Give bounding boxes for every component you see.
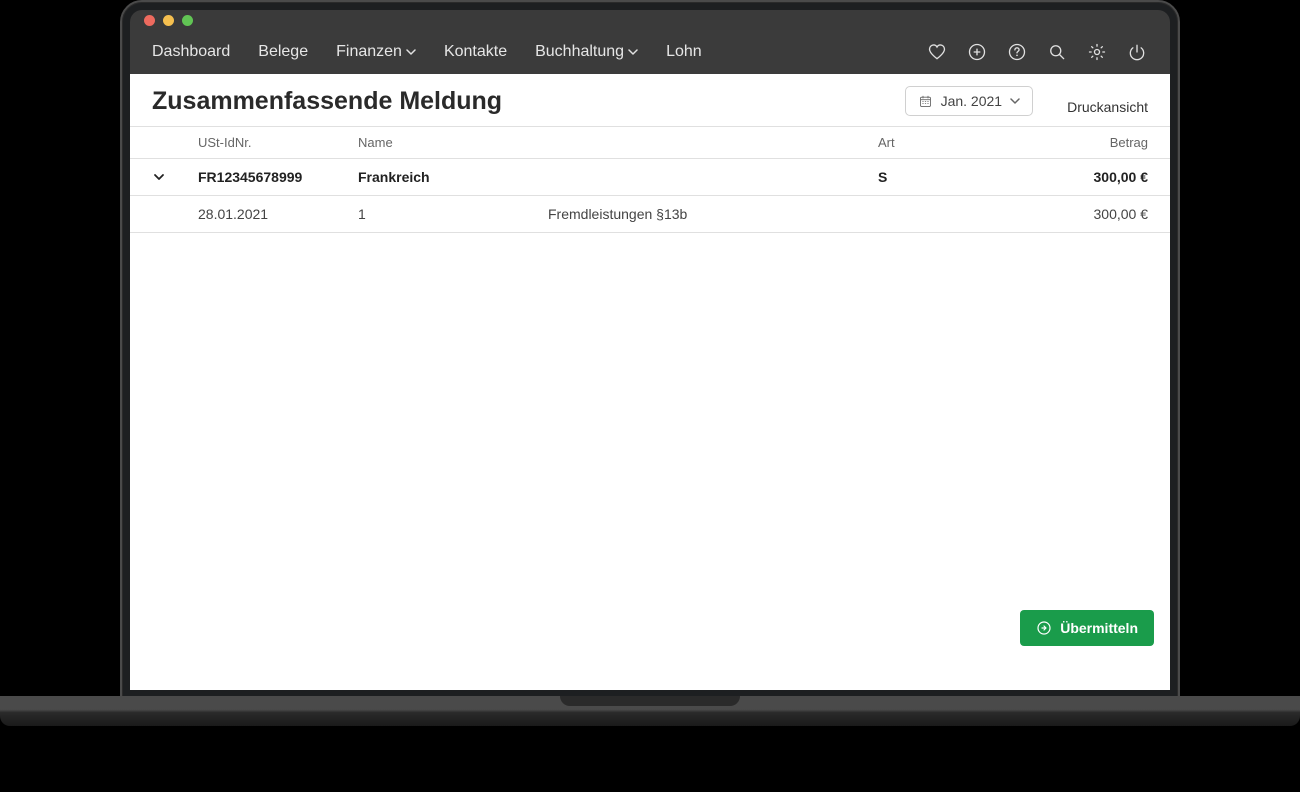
data-table: USt-IdNr. Name Art Betrag FR12345678999 … xyxy=(130,127,1170,233)
nav-lohn-label: Lohn xyxy=(666,43,702,61)
nav-finanzen[interactable]: Finanzen xyxy=(336,43,416,61)
nav-dashboard[interactable]: Dashboard xyxy=(152,43,230,61)
chevron-down-icon xyxy=(1010,96,1020,106)
nav-buchhaltung-label: Buchhaltung xyxy=(535,43,624,61)
cell-betrag: 300,00 € xyxy=(1038,169,1148,185)
laptop-frame: Dashboard Belege Finanzen Kontakte Buchh… xyxy=(120,0,1180,700)
window-minimize-dot[interactable] xyxy=(163,15,174,26)
add-icon[interactable] xyxy=(966,41,988,63)
window-maximize-dot[interactable] xyxy=(182,15,193,26)
nav-right xyxy=(926,41,1148,63)
cell-name: Frankreich xyxy=(358,169,548,185)
window-close-dot[interactable] xyxy=(144,15,155,26)
arrow-circle-icon xyxy=(1036,620,1052,636)
chevron-down-icon xyxy=(406,47,416,57)
page-title: Zusammenfassende Meldung xyxy=(152,87,502,116)
heart-icon[interactable] xyxy=(926,41,948,63)
cell-ustid: FR12345678999 xyxy=(198,169,358,185)
nav-dashboard-label: Dashboard xyxy=(152,43,230,61)
cell-num: 1 xyxy=(358,206,548,222)
nav-buchhaltung[interactable]: Buchhaltung xyxy=(535,43,638,61)
th-name: Name xyxy=(358,135,548,150)
table-summary-row[interactable]: FR12345678999 Frankreich S 300,00 € xyxy=(130,159,1170,196)
th-ustid: USt-IdNr. xyxy=(198,135,358,150)
nav-left: Dashboard Belege Finanzen Kontakte Buchh… xyxy=(152,43,702,61)
page-header: Zusammenfassende Meldung Jan. 2021 Druck… xyxy=(130,74,1170,127)
gear-icon[interactable] xyxy=(1086,41,1108,63)
th-art: Art xyxy=(878,135,1038,150)
nav-belege-label: Belege xyxy=(258,43,308,61)
print-view-link[interactable]: Druckansicht xyxy=(1067,99,1148,115)
cell-art: S xyxy=(878,169,1038,185)
nav-lohn[interactable]: Lohn xyxy=(666,43,702,61)
nav-finanzen-label: Finanzen xyxy=(336,43,402,61)
submit-button-label: Übermitteln xyxy=(1060,620,1138,636)
calendar-icon xyxy=(918,94,933,109)
nav-belege[interactable]: Belege xyxy=(258,43,308,61)
cell-desc: Fremdleistungen §13b xyxy=(548,206,687,222)
chevron-down-icon xyxy=(628,47,638,57)
cell-date: 28.01.2021 xyxy=(198,206,358,222)
help-icon[interactable] xyxy=(1006,41,1028,63)
th-betrag: Betrag xyxy=(1038,135,1148,150)
table-header-row: USt-IdNr. Name Art Betrag xyxy=(130,127,1170,159)
submit-button[interactable]: Übermitteln xyxy=(1020,610,1154,646)
app-screen: Dashboard Belege Finanzen Kontakte Buchh… xyxy=(130,10,1170,690)
window-titlebar xyxy=(130,10,1170,30)
table-detail-row: 28.01.2021 1 Fremdleistungen §13b 300,00… xyxy=(130,196,1170,233)
nav-kontakte[interactable]: Kontakte xyxy=(444,43,507,61)
nav-kontakte-label: Kontakte xyxy=(444,43,507,61)
cell-detail-betrag: 300,00 € xyxy=(1038,206,1148,222)
page-content: Zusammenfassende Meldung Jan. 2021 Druck… xyxy=(130,74,1170,690)
power-icon[interactable] xyxy=(1126,41,1148,63)
date-picker-button[interactable]: Jan. 2021 xyxy=(905,86,1034,116)
laptop-notch xyxy=(560,696,740,706)
date-picker-label: Jan. 2021 xyxy=(941,93,1003,109)
expand-row-icon[interactable] xyxy=(152,170,166,184)
search-icon[interactable] xyxy=(1046,41,1068,63)
main-menubar: Dashboard Belege Finanzen Kontakte Buchh… xyxy=(130,30,1170,74)
